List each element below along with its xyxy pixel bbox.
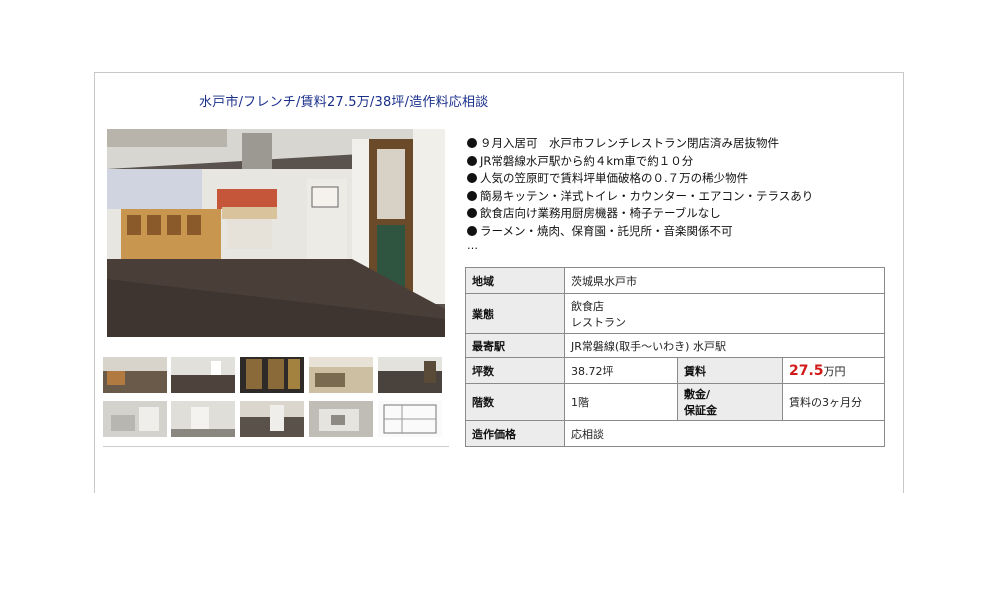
feature-list: ９月入居可 水戸市フレンチレストラン閉店済み居抜物件 JR常磐線水戸駅から約４k… bbox=[467, 135, 897, 252]
feature-item: 簡易キッテン・洋式トイレ・カウンター・エアコン・テラスあり bbox=[467, 188, 897, 206]
station-value: JR常磐線(取手～いわき) 水戸駅 bbox=[564, 333, 885, 358]
bullet-icon bbox=[467, 138, 477, 148]
feature-item: ９月入居可 水戸市フレンチレストラン閉店済み居抜物件 bbox=[467, 135, 897, 153]
thumbnail-1[interactable] bbox=[103, 357, 167, 393]
floor-label: 階数 bbox=[465, 383, 565, 421]
thumbnail-10-floor-plan[interactable] bbox=[378, 401, 442, 437]
business-type-line-2: レストラン bbox=[571, 315, 626, 329]
thumbnail-3[interactable] bbox=[240, 357, 304, 393]
features-more: … bbox=[467, 239, 478, 252]
floor-value: 1階 bbox=[564, 383, 678, 421]
deposit-label: 敷金/ 保証金 bbox=[677, 383, 783, 421]
area-value: 茨城県水戸市 bbox=[564, 267, 885, 294]
property-info-table: 地域 茨城県水戸市 業態 飲食店 レストラン 最寄駅 JR常磐線(取手～いわき)… bbox=[465, 267, 885, 447]
thumbnail-5[interactable] bbox=[378, 357, 442, 393]
listing-title: 水戸市/フレンチ/賃料27.5万/38坪/造作料応相談 bbox=[199, 95, 489, 110]
rent-label: 賃料 bbox=[677, 357, 783, 384]
fixture-price-label: 造作価格 bbox=[465, 420, 565, 447]
feature-item: 人気の笠原町で賃料坪単価破格の０.７万の稀少物件 bbox=[467, 170, 897, 188]
bullet-icon bbox=[467, 155, 477, 166]
bullet-icon bbox=[467, 173, 477, 183]
bullet-icon bbox=[467, 190, 477, 201]
main-photo[interactable] bbox=[107, 129, 445, 337]
feature-item: JR常磐線水戸駅から約４km車で約１０分 bbox=[467, 153, 897, 171]
deposit-value: 賃料の3ヶ月分 bbox=[782, 383, 885, 421]
rent-value: 27.5万円 bbox=[782, 357, 885, 384]
rent-number: 27.5 bbox=[789, 362, 824, 379]
feature-item: 飲食店向け業務用厨房機器・椅子テーブルなし bbox=[467, 205, 897, 223]
business-type-value: 飲食店 レストラン bbox=[564, 293, 885, 334]
bullet-icon bbox=[467, 208, 477, 218]
thumbnail-9[interactable] bbox=[309, 401, 373, 437]
restaurant-interior-image bbox=[107, 129, 445, 337]
bullet-icon bbox=[467, 225, 477, 236]
thumbnail-2[interactable] bbox=[171, 357, 235, 393]
gallery-divider bbox=[103, 446, 449, 447]
feature-item: ラーメン・焼肉、保育園・託児所・音楽関係不可 bbox=[467, 223, 897, 241]
deposit-label-line-1: 敷金/ bbox=[684, 388, 711, 401]
rent-unit: 万円 bbox=[823, 364, 846, 378]
station-label: 最寄駅 bbox=[465, 333, 565, 358]
thumbnail-8[interactable] bbox=[240, 401, 304, 437]
area-label: 地域 bbox=[465, 267, 565, 294]
deposit-label-line-2: 保証金 bbox=[684, 404, 717, 417]
business-type-line-1: 飲食店 bbox=[571, 299, 604, 313]
tsubo-label: 坪数 bbox=[465, 357, 565, 384]
thumbnail-gallery bbox=[103, 357, 449, 447]
listing-sheet: 水戸市/フレンチ/賃料27.5万/38坪/造作料応相談 ９月入居可 水戸市フレン… bbox=[94, 72, 904, 493]
thumbnail-4[interactable] bbox=[309, 357, 373, 393]
fixture-price-value: 応相談 bbox=[564, 420, 885, 447]
tsubo-value: 38.72坪 bbox=[564, 357, 678, 384]
business-type-label: 業態 bbox=[465, 293, 565, 334]
thumbnail-7[interactable] bbox=[171, 401, 235, 437]
thumbnail-6[interactable] bbox=[103, 401, 167, 437]
